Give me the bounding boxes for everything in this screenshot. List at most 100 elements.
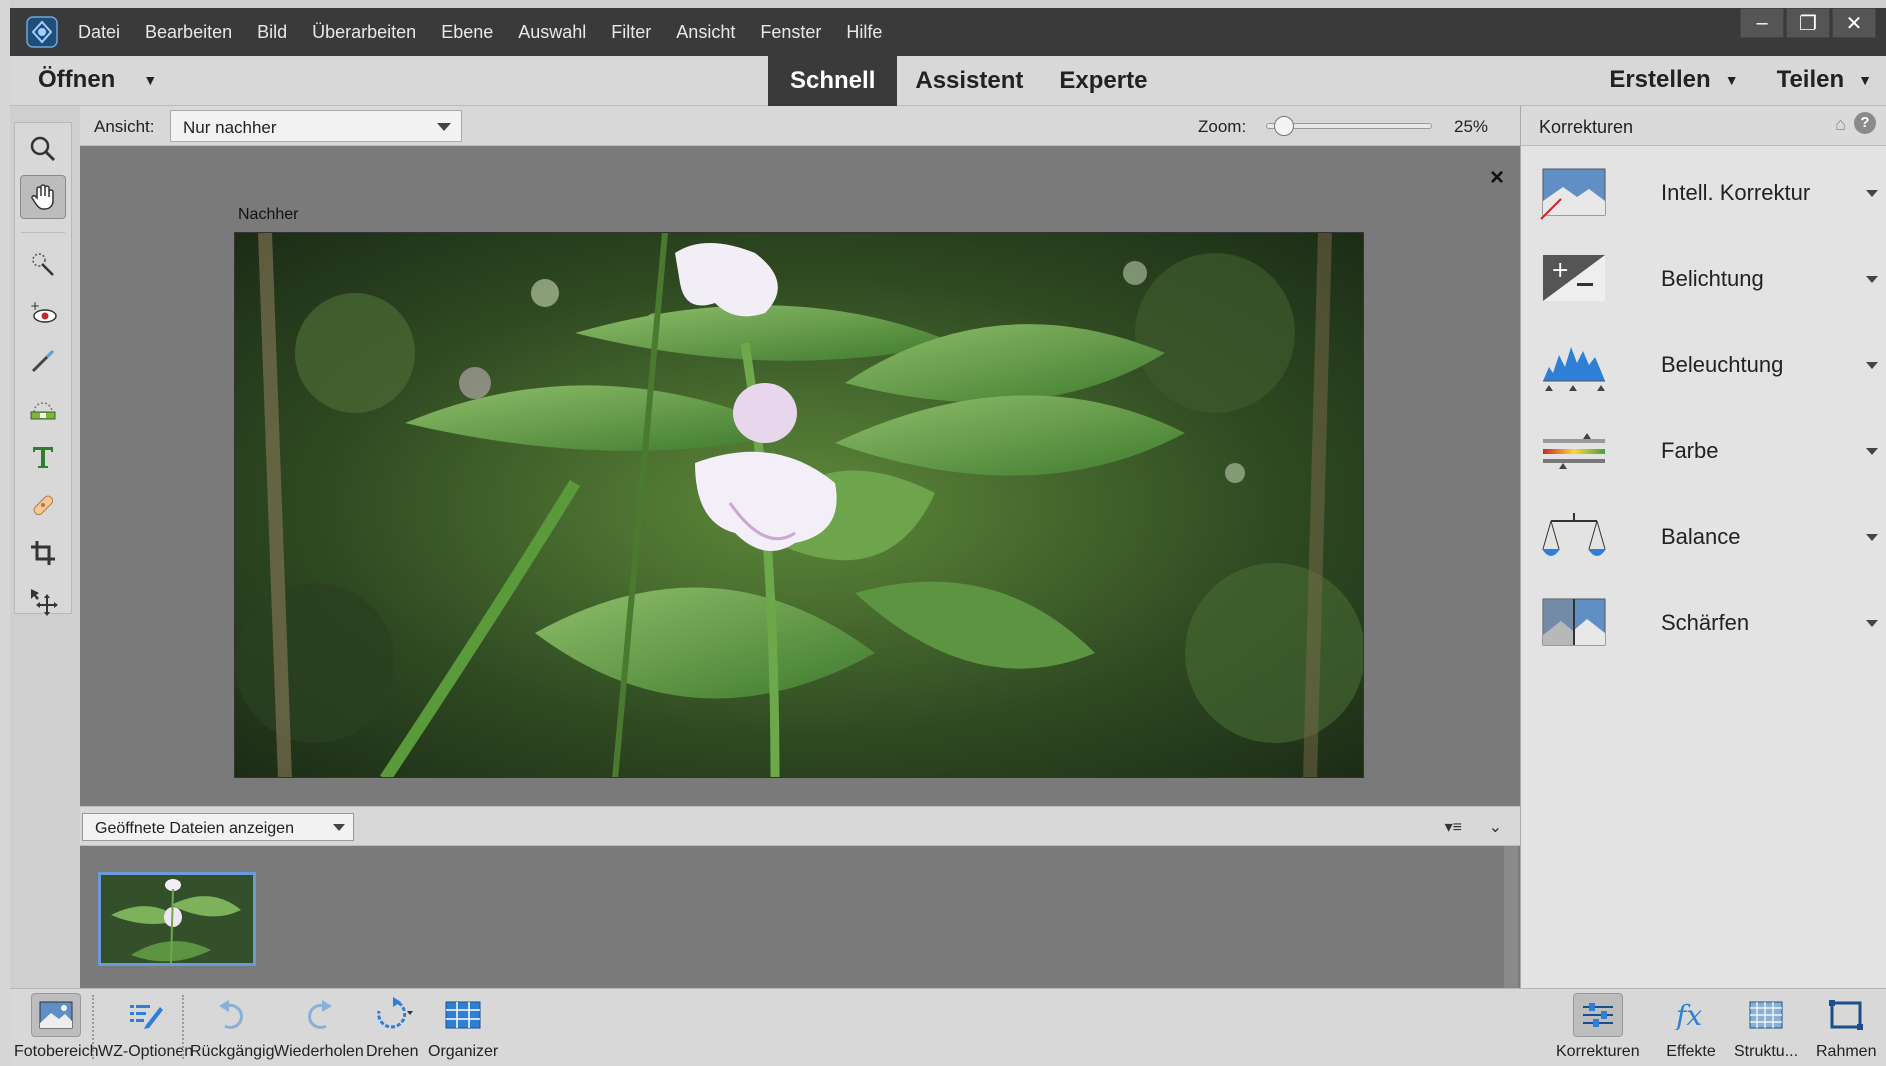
app-logo-icon[interactable]	[22, 12, 62, 52]
adjustment-smart-fix[interactable]: Intell. Korrektur	[1521, 150, 1886, 236]
panel-title: Korrekturen	[1539, 117, 1634, 137]
close-window-button[interactable]: ✕	[1832, 8, 1876, 38]
menu-bild[interactable]: Bild	[257, 22, 287, 43]
right-actions: Erstellen ▼ Teilen ▼	[1609, 66, 1872, 94]
adjustment-lighting[interactable]: Beleuchtung	[1521, 322, 1886, 408]
open-caret-icon[interactable]: ▼	[143, 72, 157, 88]
move-tool-icon[interactable]	[20, 579, 66, 623]
photo-image[interactable]	[234, 232, 1364, 778]
bin-menu-icon[interactable]: ▾≡	[1445, 817, 1462, 837]
menu-fenster[interactable]: Fenster	[760, 22, 821, 43]
menu-bearbeiten[interactable]: Bearbeiten	[145, 22, 232, 43]
undo-button[interactable]: Rückgängig	[190, 993, 275, 1061]
menu-ueberarbeiten[interactable]: Überarbeiten	[312, 22, 416, 43]
menu-ebene[interactable]: Ebene	[441, 22, 493, 43]
adjustment-color[interactable]: Farbe	[1521, 408, 1886, 494]
chevron-down-icon	[333, 824, 345, 831]
tab-schnell[interactable]: Schnell	[768, 56, 898, 106]
bottom-taskbar: Fotobereich WZ-Optionen Rückgängig Wiede…	[10, 988, 1886, 1066]
help-icon[interactable]: ?	[1854, 112, 1876, 134]
restore-button[interactable]: ❐	[1786, 8, 1830, 38]
straighten-tool-icon[interactable]	[20, 387, 66, 431]
adjustment-label: Balance	[1661, 524, 1741, 549]
adjustments-icon	[1572, 993, 1623, 1037]
task-label: Organizer	[428, 1043, 499, 1060]
view-select[interactable]: Nur nachher	[170, 110, 462, 142]
adjustments-button[interactable]: Korrekturen	[1556, 993, 1640, 1061]
color-icon	[1543, 433, 1605, 469]
share-button[interactable]: Teilen ▼	[1777, 66, 1872, 94]
adjustment-label: Beleuchtung	[1661, 352, 1784, 377]
crop-tool-icon[interactable]	[20, 531, 66, 575]
red-eye-tool-icon[interactable]: +	[20, 291, 66, 335]
menu-hilfe[interactable]: Hilfe	[846, 22, 882, 43]
photo-bin-scrollbar[interactable]	[1504, 846, 1518, 988]
open-button[interactable]: Öffnen ▼	[38, 66, 157, 94]
frames-button[interactable]: Rahmen	[1816, 993, 1876, 1061]
adjustment-exposure[interactable]: + Belichtung	[1521, 236, 1886, 322]
open-files-select[interactable]: Geöffnete Dateien anzeigen	[82, 813, 354, 841]
task-label: Effekte	[1666, 1043, 1716, 1060]
menu-bar: Datei Bearbeiten Bild Überarbeiten Ebene…	[10, 8, 1886, 56]
quick-selection-tool-icon[interactable]	[20, 243, 66, 287]
close-icon[interactable]: ×	[1490, 164, 1504, 192]
create-button[interactable]: Erstellen ▼	[1609, 66, 1738, 94]
tab-experte[interactable]: Experte	[1041, 56, 1165, 106]
collapse-icon[interactable]: ⌄	[1489, 817, 1502, 837]
chevron-down-icon[interactable]	[1866, 361, 1878, 369]
image-canvas[interactable]: × Nachher	[80, 146, 1520, 806]
menu-ansicht[interactable]: Ansicht	[676, 22, 735, 43]
adjustment-label: Belichtung	[1661, 266, 1764, 291]
redo-button[interactable]: Wiederholen	[274, 993, 364, 1061]
panel-header: Korrekturen ⌂ ?	[1521, 106, 1886, 146]
chevron-down-icon[interactable]	[1866, 447, 1878, 455]
photo-thumbnail[interactable]	[98, 872, 256, 966]
chevron-down-icon[interactable]	[1866, 619, 1878, 627]
tool-options-button[interactable]: WZ-Optionen	[98, 993, 193, 1061]
after-view-label: Nachher	[238, 206, 299, 223]
adjustment-label: Intell. Korrektur	[1661, 180, 1811, 205]
exposure-icon: +	[1543, 255, 1605, 301]
zoom-slider[interactable]	[1266, 116, 1432, 136]
zoom-tool-icon[interactable]	[20, 127, 66, 171]
menu-filter[interactable]: Filter	[611, 22, 651, 43]
share-caret-icon: ▼	[1858, 72, 1872, 88]
organizer-button[interactable]: Organizer	[428, 993, 498, 1061]
adjustment-balance[interactable]: Balance	[1521, 494, 1886, 580]
photo-bin	[80, 846, 1520, 988]
view-select-value: Nur nachher	[183, 118, 277, 137]
task-label: Drehen	[366, 1043, 419, 1060]
hand-tool-icon[interactable]	[20, 175, 66, 219]
adjustment-label: Farbe	[1661, 438, 1719, 463]
chevron-down-icon[interactable]	[1866, 189, 1878, 197]
spot-healing-tool-icon[interactable]	[20, 483, 66, 527]
frames-icon	[1821, 993, 1871, 1037]
task-label: Struktu...	[1734, 1043, 1799, 1060]
adjustment-sharpen[interactable]: Schärfen	[1521, 580, 1886, 666]
tab-assistent[interactable]: Assistent	[897, 56, 1041, 106]
menu-auswahl[interactable]: Auswahl	[518, 22, 586, 43]
effects-button[interactable]: fx Effekte	[1666, 993, 1716, 1061]
taskbar-divider	[92, 995, 94, 1059]
menu-datei[interactable]: Datei	[78, 22, 120, 43]
whiten-teeth-tool-icon[interactable]	[20, 339, 66, 383]
text-tool-icon[interactable]	[20, 435, 66, 479]
view-options-bar: Ansicht: Nur nachher Zoom: 25%	[80, 106, 1520, 146]
taskbar-divider	[182, 995, 184, 1059]
share-label: Teilen	[1776, 66, 1845, 93]
minimize-button[interactable]: –	[1740, 8, 1784, 38]
chevron-down-icon[interactable]	[1866, 275, 1878, 283]
zoom-slider-handle[interactable]	[1274, 116, 1295, 136]
photo-bin-icon	[31, 993, 82, 1037]
svg-text:fx: fx	[1674, 1000, 1702, 1030]
rotate-button[interactable]: Drehen	[366, 993, 418, 1061]
photo-bin-button[interactable]: Fotobereich	[14, 993, 99, 1061]
mode-bar: Öffnen ▼ Schnell Assistent Experte Erste…	[10, 56, 1886, 106]
sharpen-icon	[1542, 598, 1606, 646]
lighting-icon	[1543, 347, 1605, 391]
task-label: Wiederholen	[274, 1043, 364, 1060]
textures-button[interactable]: Struktu...	[1734, 993, 1798, 1061]
chevron-down-icon[interactable]	[1866, 533, 1878, 541]
reset-panel-icon[interactable]: ⌂	[1835, 114, 1846, 135]
view-label: Ansicht:	[94, 117, 155, 136]
